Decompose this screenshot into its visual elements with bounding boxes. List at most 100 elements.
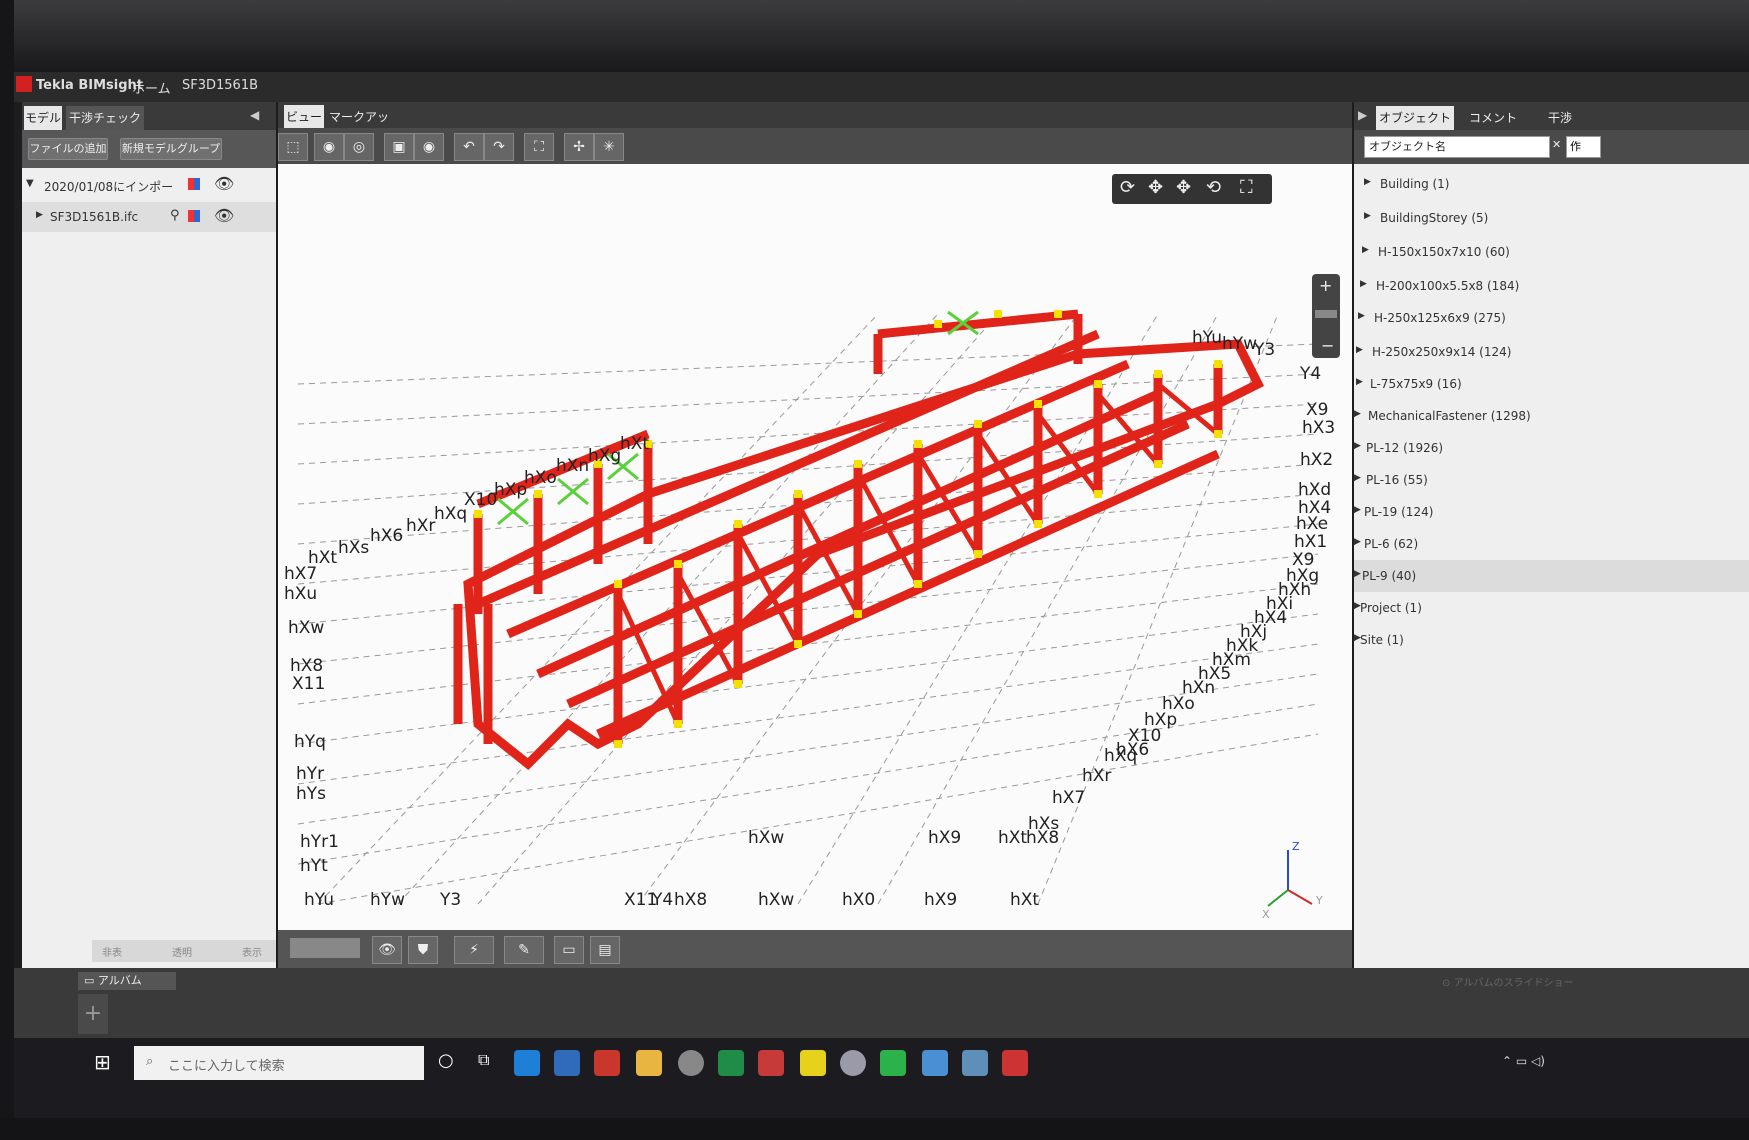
expand-icon[interactable]: ▶: [1354, 537, 1361, 547]
expand-icon[interactable]: ▶: [1354, 441, 1361, 451]
object-row[interactable]: ▶ Project (1): [1354, 592, 1749, 624]
tekla-taskbar-icon[interactable]: [1002, 1050, 1028, 1076]
expand-icon[interactable]: ▶: [1354, 569, 1361, 579]
clear-icon[interactable]: ✕: [1552, 138, 1561, 151]
expand-icon[interactable]: ▶: [1354, 409, 1361, 419]
hide-button[interactable]: 非表: [102, 944, 122, 959]
tab-clashes[interactable]: 干渉: [1532, 106, 1588, 130]
object-row[interactable]: ▶ PL-16 (55): [1354, 464, 1749, 496]
show-icon[interactable]: ◉: [314, 133, 344, 161]
line-icon[interactable]: [880, 1050, 906, 1076]
rotate-icon[interactable]: ⟲: [1206, 177, 1221, 198]
model-canvas[interactable]: hX7 hXt hXs hX6 hXr hXq X10 hXp hXo hXn …: [278, 164, 1352, 930]
object-row[interactable]: ▶ PL-19 (124): [1354, 496, 1749, 528]
app-blue-icon[interactable]: [922, 1050, 948, 1076]
app-red-icon[interactable]: [758, 1050, 784, 1076]
edge-icon[interactable]: [514, 1050, 540, 1076]
task-view-icon[interactable]: ⧉: [478, 1050, 489, 1070]
clip-slider[interactable]: [290, 938, 360, 958]
transparent-button[interactable]: 透明: [172, 944, 192, 959]
zoom-out-icon[interactable]: −: [1321, 336, 1334, 355]
expand-icon[interactable]: ▶: [36, 210, 43, 220]
object-row[interactable]: ▶ L-75x75x9 (16): [1354, 368, 1749, 400]
isolate-icon[interactable]: ▣: [384, 133, 414, 161]
collapse-left-icon[interactable]: ◀: [250, 108, 259, 122]
fit-view-icon[interactable]: ⛶: [524, 133, 554, 161]
add-file-button[interactable]: ファイルの追加: [28, 138, 108, 160]
tree-row-import[interactable]: ▼ 2020/01/08にインポー 👁: [22, 170, 276, 200]
orbit-icon[interactable]: ⟳: [1120, 177, 1135, 198]
undo-icon[interactable]: ↶: [454, 133, 484, 161]
expand-icon[interactable]: ▶: [1356, 377, 1363, 387]
measure-icon[interactable]: ✢: [564, 133, 594, 161]
shield-icon[interactable]: ⛊: [408, 936, 438, 964]
zoom-handle[interactable]: [1315, 310, 1337, 318]
store-icon[interactable]: [554, 1050, 580, 1076]
excel-icon[interactable]: [718, 1050, 744, 1076]
collapse-right-icon[interactable]: ▶: [1358, 108, 1367, 122]
itunes-icon[interactable]: [840, 1050, 866, 1076]
object-row[interactable]: ▶ H-250x125x6x9 (275): [1354, 302, 1749, 334]
zoom-in-icon[interactable]: +: [1319, 276, 1332, 295]
select-tool-icon[interactable]: ⬚: [278, 133, 308, 161]
expand-icon[interactable]: ▶: [1364, 211, 1371, 221]
expand-icon[interactable]: ▼: [26, 178, 34, 189]
object-row-selected[interactable]: ▶ PL-9 (40): [1354, 560, 1749, 592]
sticky-notes-icon[interactable]: [800, 1050, 826, 1076]
explorer-icon[interactable]: [636, 1050, 662, 1076]
taskbar-search[interactable]: ⌕ ここに入力して検索: [134, 1046, 424, 1080]
comment-icon[interactable]: ▭: [554, 936, 584, 964]
redo-icon[interactable]: ↷: [484, 133, 514, 161]
object-name-select[interactable]: オブジェクト名: [1364, 136, 1550, 158]
expand-icon[interactable]: ▶: [1362, 245, 1369, 255]
document-icon[interactable]: ▤: [590, 936, 620, 964]
object-row[interactable]: ▶ PL-12 (1926): [1354, 432, 1749, 464]
pdf-icon[interactable]: [594, 1050, 620, 1076]
object-row[interactable]: ▶ H-200x100x5.5x8 (184): [1354, 270, 1749, 302]
tree-row-ifc[interactable]: ▶ SF3D1561B.ifc ⚲ 👁: [22, 202, 276, 232]
zoom-slider[interactable]: + −: [1312, 274, 1340, 358]
slideshow-button[interactable]: ⊙ アルバムのスライドショー: [1442, 974, 1573, 989]
show-all-icon[interactable]: ◉: [414, 133, 444, 161]
new-model-group-button[interactable]: 新規モデルグループ: [120, 138, 222, 160]
tab-view[interactable]: ビュー: [284, 105, 324, 129]
system-tray-icons[interactable]: ⌃ ▭ ◁): [1502, 1054, 1545, 1068]
move-icon[interactable]: ✥: [1176, 177, 1191, 198]
pin-icon[interactable]: ⚲: [170, 208, 180, 223]
pan-icon[interactable]: ✥: [1148, 177, 1163, 198]
tab-project[interactable]: SF3D1561B: [182, 78, 258, 93]
expand-icon[interactable]: ▶: [1354, 505, 1361, 515]
cortana-icon[interactable]: ○: [438, 1050, 454, 1071]
add-snapshot-button[interactable]: +: [78, 994, 108, 1034]
object-row[interactable]: ▶ Site (1): [1354, 624, 1749, 656]
create-button[interactable]: 作: [1566, 136, 1601, 158]
hide-icon[interactable]: ◎: [344, 133, 374, 161]
object-row[interactable]: ▶ H-150x150x7x10 (60): [1354, 236, 1749, 268]
markup-pen-icon[interactable]: ✎: [504, 936, 544, 964]
eye-icon[interactable]: 👁: [214, 206, 234, 225]
tab-comments[interactable]: コメント: [1458, 106, 1528, 130]
expand-icon[interactable]: ▶: [1358, 311, 1365, 321]
album-tab[interactable]: ▭ アルバム: [78, 972, 176, 990]
expand-icon[interactable]: ▶: [1354, 473, 1361, 483]
color-icon[interactable]: [188, 210, 200, 222]
tab-clash-check[interactable]: 干渉チェック: [66, 106, 144, 130]
color-icon[interactable]: [188, 178, 200, 190]
object-row[interactable]: ▶ Building (1): [1354, 168, 1749, 200]
object-row[interactable]: ▶ BuildingStorey (5): [1354, 202, 1749, 234]
object-row[interactable]: ▶ MechanicalFastener (1298): [1354, 400, 1749, 432]
tab-markup[interactable]: マークアップ: [328, 105, 390, 148]
app-gray-icon[interactable]: [962, 1050, 988, 1076]
fullscreen-icon[interactable]: ⛶: [1240, 177, 1253, 198]
object-row[interactable]: ▶ H-250x250x9x14 (124): [1354, 336, 1749, 368]
tab-home[interactable]: ホーム: [132, 78, 171, 97]
tab-objects[interactable]: オブジェクト: [1376, 106, 1454, 130]
tab-model[interactable]: モデル: [24, 106, 62, 130]
windows-start-icon[interactable]: ⊞: [94, 1050, 111, 1074]
eye-toggle-icon[interactable]: 👁: [372, 936, 402, 964]
expand-icon[interactable]: ▶: [1364, 177, 1371, 187]
lightning-icon[interactable]: ⚡: [454, 936, 494, 964]
show-button[interactable]: 表示: [242, 944, 262, 959]
expand-icon[interactable]: ▶: [1356, 345, 1363, 355]
expand-icon[interactable]: ▶: [1360, 279, 1367, 289]
